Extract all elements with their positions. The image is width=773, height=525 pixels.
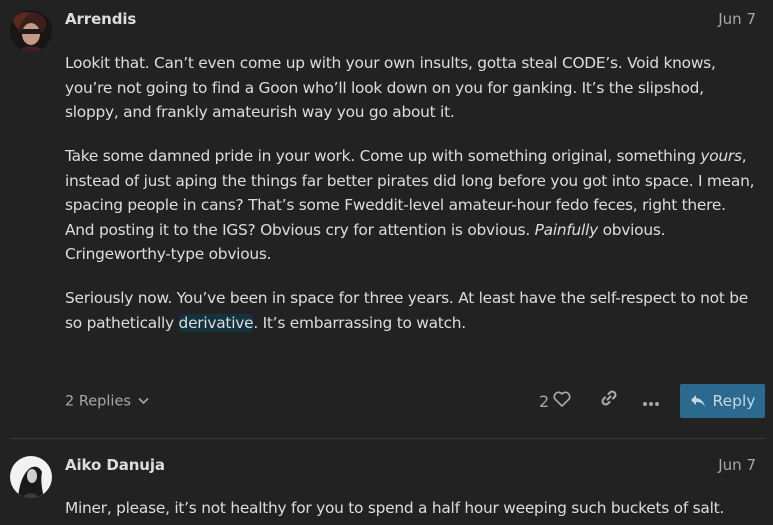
reply-button[interactable]: Reply [680,384,765,418]
like-count: 2 [539,392,550,412]
text: . It’s embarrassing to watch. [253,313,466,332]
replies-label: 2 Replies [65,393,131,410]
paragraph: Seriously now. You’ve been in space for … [65,286,755,335]
avatar[interactable] [10,456,52,498]
username[interactable]: Aiko Danuja [65,453,165,477]
post-arrendis: Arrendis Jun 7 Lookit that. Can’t even c… [0,0,773,440]
post-body: Lookit that. Can’t even come up with you… [65,51,755,354]
paragraph: Take some damned pride in your work. Com… [65,144,755,267]
more-options-button[interactable] [642,384,660,420]
ellipsis-icon [642,390,660,415]
text: Take some damned pride in your work. Com… [65,146,701,165]
emphasis: yours [700,146,742,165]
post-body: Miner, please, it’s not healthy for you … [65,496,755,521]
link-icon [600,389,618,415]
paragraph: Lookit that. Can’t even come up with you… [65,54,716,122]
heart-icon [553,390,571,415]
post-date[interactable]: Jun 7 [718,453,756,477]
post-aiko-danuja: Aiko Danuja Jun 7 Miner, please, it’s no… [0,440,773,525]
post-date[interactable]: Jun 7 [718,7,756,31]
reply-arrow-icon [690,394,706,408]
chevron-down-icon [137,390,149,413]
post-divider [10,438,765,439]
like-button[interactable]: 2 [539,384,571,420]
highlighted-word: derivative [178,313,254,332]
emphasis: Painfully [534,220,599,239]
share-link-button[interactable] [600,384,618,420]
paragraph: Miner, please, it’s not healthy for you … [65,499,725,517]
post-actions: 2 Replies 2 Reply [65,384,765,420]
avatar[interactable] [10,10,52,52]
replies-toggle-button[interactable]: 2 Replies [65,390,149,414]
username[interactable]: Arrendis [65,7,136,31]
reply-label: Reply [712,391,756,410]
